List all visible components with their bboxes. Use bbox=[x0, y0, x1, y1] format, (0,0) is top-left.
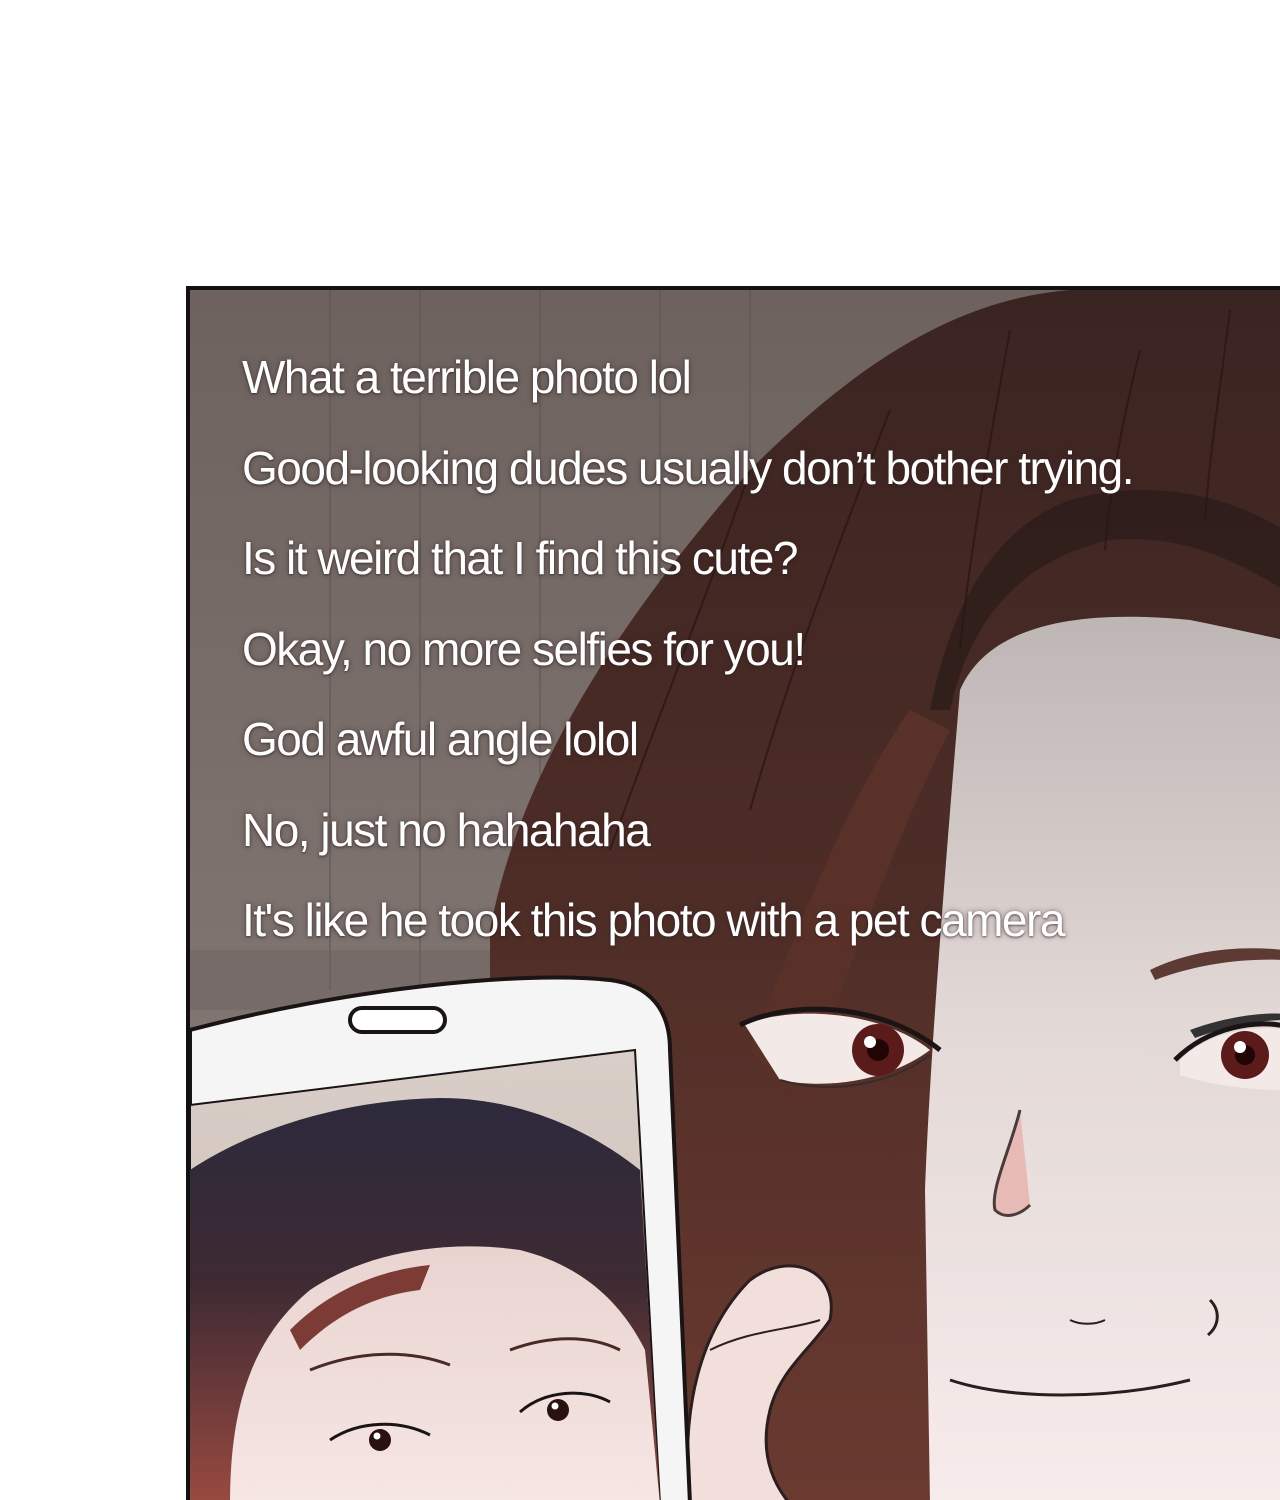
webtoon-page: What a terrible photo lol Good-looking d… bbox=[0, 0, 1280, 1500]
comment-line: Is it weird that I find this cute? bbox=[242, 532, 798, 584]
comment-line: It's like he took this photo with a pet … bbox=[242, 894, 1065, 946]
comment-line: What a terrible photo lol bbox=[242, 351, 692, 403]
comment-line: No, just no hahahaha bbox=[242, 803, 651, 856]
comment-line: God awful angle lolol bbox=[242, 713, 639, 765]
comment-line: Good-looking dudes usually don’t bother … bbox=[242, 441, 1135, 494]
comment-list: What a terrible photo lol Good-looking d… bbox=[242, 346, 1135, 980]
comment-line: Okay, no more selfies for you! bbox=[242, 622, 806, 675]
